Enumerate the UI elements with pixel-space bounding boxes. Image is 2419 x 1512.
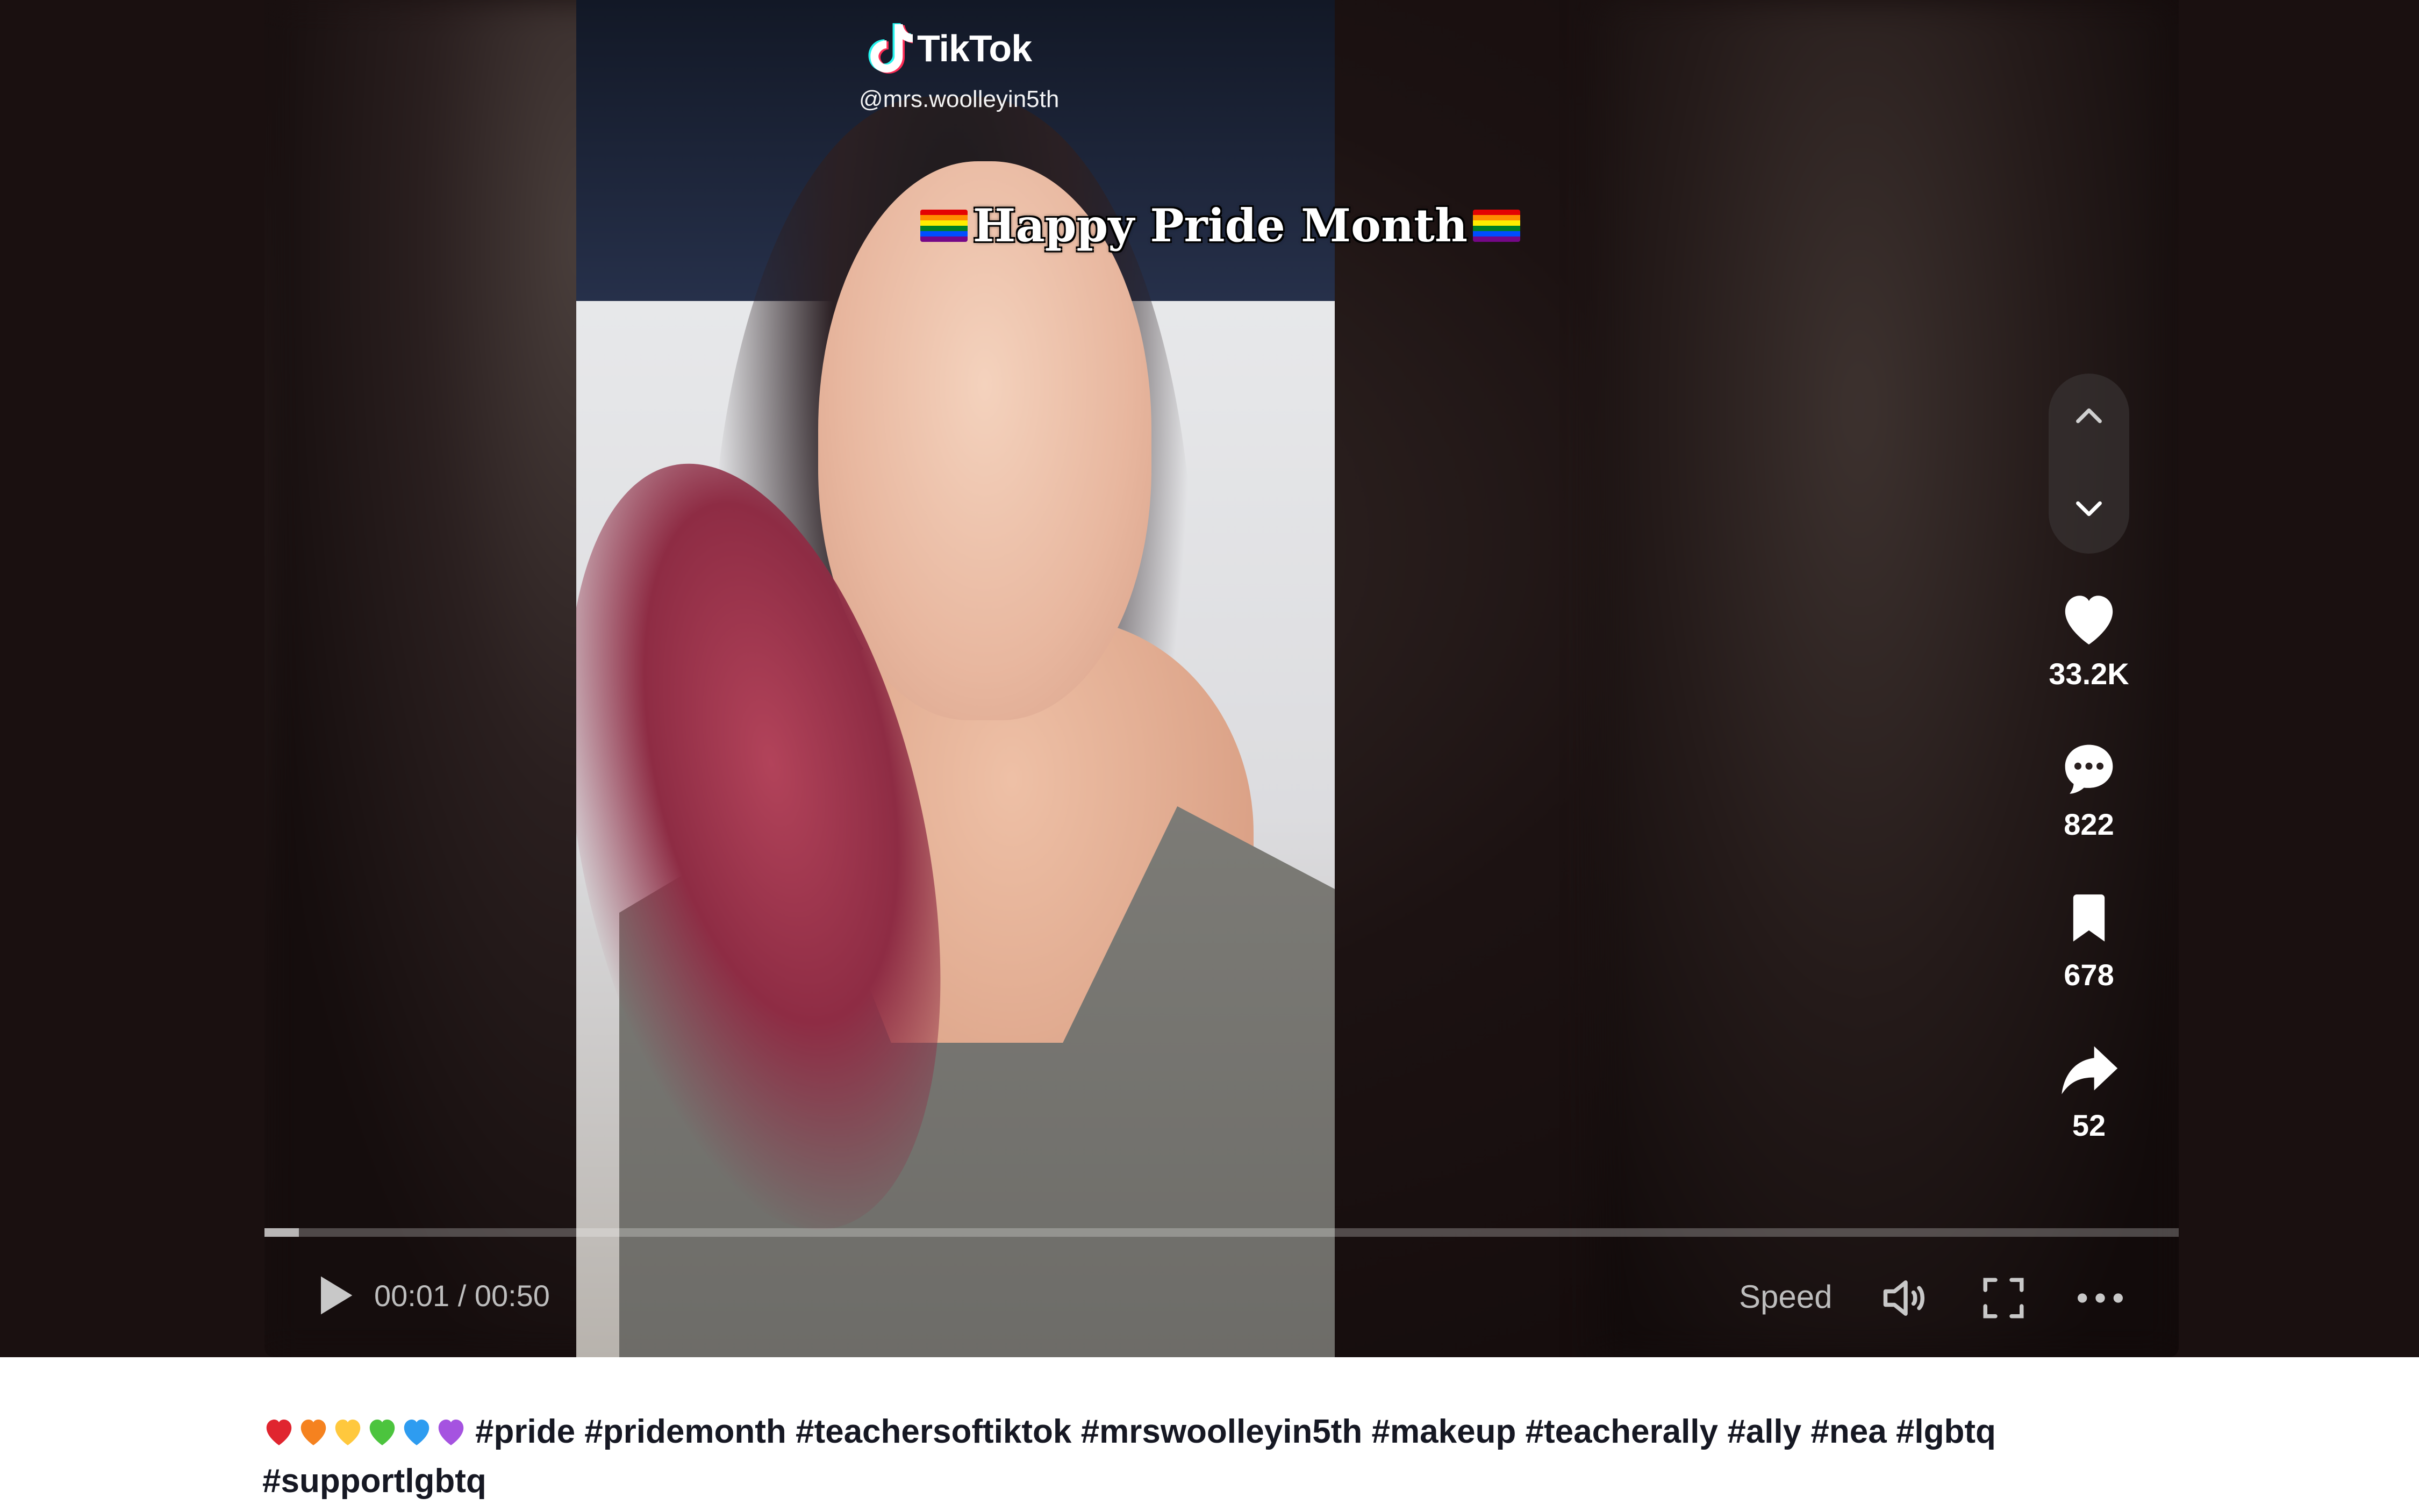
save-button[interactable] (2054, 884, 2124, 954)
heart-emoji-row (262, 1416, 468, 1447)
more-options-button[interactable] (2071, 1269, 2130, 1328)
heart-emoji-icon (438, 1420, 464, 1445)
like-button[interactable] (2054, 583, 2124, 653)
share-count: 52 (2072, 1108, 2106, 1142)
brand-name: TikTok (917, 27, 1032, 69)
save-count: 678 (2064, 958, 2114, 992)
share-button[interactable] (2054, 1035, 2124, 1105)
comment-action[interactable]: 822 (2036, 734, 2142, 842)
speed-button[interactable]: Speed (1739, 1278, 1833, 1315)
video-navigation (2049, 374, 2129, 554)
more-icon (2078, 1293, 2123, 1303)
like-count: 33.2K (2049, 657, 2129, 691)
play-icon (321, 1276, 353, 1315)
chevron-down-icon (2076, 501, 2102, 517)
heart-emoji-icon (335, 1420, 361, 1445)
volume-button[interactable] (1876, 1269, 1935, 1328)
fullscreen-button[interactable] (1974, 1269, 2033, 1328)
heart-emoji-icon (300, 1420, 326, 1445)
rainbow-flag-icon (920, 209, 968, 242)
share-action[interactable]: 52 (2036, 1035, 2142, 1143)
overlay-caption-text: Happy Pride Month (973, 199, 1468, 252)
heart-emoji-icon (369, 1420, 395, 1445)
comment-count: 822 (2064, 807, 2114, 841)
like-action[interactable]: 33.2K (2036, 583, 2142, 691)
bookmark-icon (2073, 894, 2105, 942)
creator-username: @mrs.woolleyin5th (859, 86, 1060, 112)
tiktok-watermark: TikTok (864, 22, 1032, 75)
progress-bar[interactable] (264, 1228, 2179, 1237)
video-controls: 00:01 / 00:50 Speed (264, 1258, 2179, 1338)
video-caption-overlay: Happy Pride Month (920, 199, 1522, 252)
chevron-up-icon (2076, 408, 2102, 424)
save-action[interactable]: 678 (2036, 884, 2142, 992)
playback-time: 00:01 / 00:50 (374, 1279, 550, 1313)
comment-icon (2065, 744, 2113, 794)
next-video-button[interactable] (2067, 486, 2110, 529)
heart-icon (2065, 596, 2113, 645)
progress-fill (264, 1228, 299, 1237)
volume-icon (1883, 1280, 1924, 1316)
video-description: #pride #pridemonth #teachersoftiktok #mr… (262, 1407, 2090, 1506)
previous-video-button[interactable] (2067, 395, 2110, 438)
description-hashtags: #pride #pridemonth #teachersoftiktok #mr… (262, 1413, 1996, 1500)
rainbow-flag-icon (1473, 209, 1521, 242)
heart-emoji-icon (404, 1420, 430, 1445)
share-arrow-icon (2062, 1046, 2118, 1094)
comment-button[interactable] (2054, 734, 2124, 804)
tiktok-logo-icon (868, 23, 913, 74)
fullscreen-icon (1983, 1278, 2024, 1318)
heart-emoji-icon (266, 1420, 292, 1445)
play-button[interactable] (307, 1269, 361, 1322)
